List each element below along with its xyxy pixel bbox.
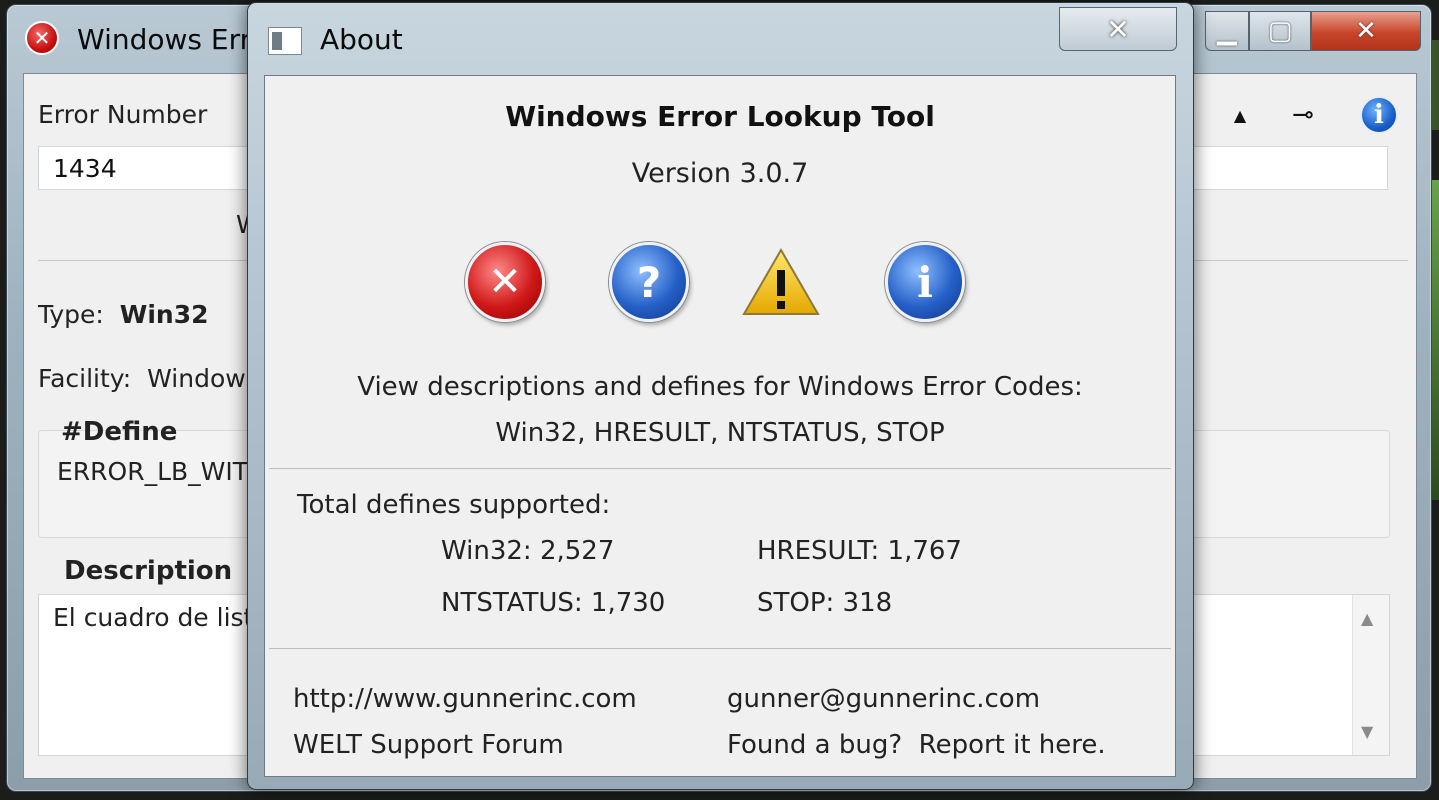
type-label: Type: [38,300,104,329]
type-row: Type: Win32 [38,300,209,329]
scroll-down-icon[interactable]: ▼ [1361,722,1373,741]
facility-label: Facility: [38,364,132,393]
support-forum-link[interactable]: WELT Support Forum [293,730,564,760]
stat-win32: Win32: 2,527 [441,536,615,566]
stat-ntstatus: NTSTATUS: 1,730 [441,588,666,618]
about-titlebar[interactable]: About ✕ [248,3,1193,73]
main-caption-buttons: ▁ ▢ ✕ [1205,11,1421,51]
collapse-arrow-icon[interactable]: ▲ [1234,106,1246,125]
close-button[interactable]: ✕ [1311,11,1421,51]
separator-1 [269,468,1171,469]
app-name: Windows Error Lookup Tool [505,100,935,133]
stats-title: Total defines supported: [297,490,611,520]
error-app-icon: ✕ [25,21,59,55]
window-app-icon [268,27,302,55]
description-header: Description [64,556,233,586]
info-icon[interactable]: i [1360,96,1398,134]
maximize-icon: ▢ [1267,16,1293,46]
type-value: Win32 [119,300,209,329]
about-close-button[interactable]: ✕ [1059,7,1177,51]
maximize-button[interactable]: ▢ [1249,11,1311,51]
app-version: Version 3.0.7 [631,158,809,189]
report-bug-link[interactable]: Found a bug? Report it here. [727,730,1106,760]
main-toolbar: ▲ ⊸ i [1234,96,1398,134]
error-number-label: Error Number [38,100,208,129]
icons-row: ✕ ? i [265,242,1175,326]
description-line-2: Win32, HRESULT, NTSTATUS, STOP [495,418,945,448]
email-link[interactable]: gunner@gunnerinc.com [727,684,1040,714]
info-icon: i [885,242,965,322]
close-icon: ✕ [1106,12,1130,46]
minimize-icon: ▁ [1217,16,1237,46]
facility-row: Facility: Windows [38,364,259,393]
define-header: #Define [61,417,178,447]
facility-value: Windows [147,364,259,393]
about-title: About [320,23,403,56]
stat-stop: STOP: 318 [757,588,893,618]
close-icon: ✕ [1355,16,1377,46]
minimize-button[interactable]: ▁ [1205,11,1249,51]
description-scrollbar[interactable]: ▲ ▼ [1352,595,1389,755]
separator-2 [269,648,1171,649]
pin-icon[interactable]: ⊸ [1292,100,1314,130]
website-link[interactable]: http://www.gunnerinc.com [293,684,637,714]
scroll-up-icon[interactable]: ▲ [1361,609,1373,628]
description-line-1: View descriptions and defines for Window… [357,372,1083,402]
question-icon: ? [609,242,689,322]
error-icon: ✕ [465,242,545,322]
stat-hresult: HRESULT: 1,767 [757,536,962,566]
warning-icon [742,248,820,315]
about-dialog: About ✕ Windows Error Lookup Tool Versio… [247,2,1194,790]
about-client-area: Windows Error Lookup Tool Version 3.0.7 … [264,75,1176,777]
